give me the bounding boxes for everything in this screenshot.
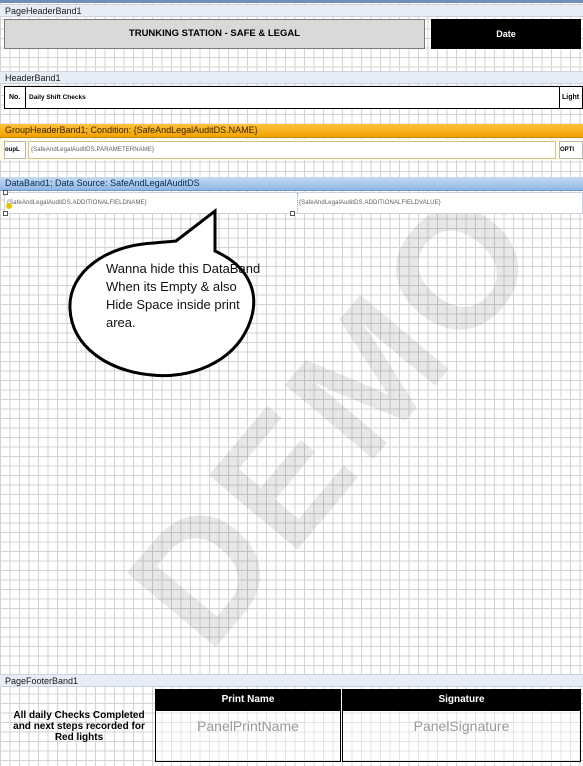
anchor-icon (6, 203, 12, 209)
print-name-header[interactable]: Print Name (155, 689, 341, 710)
header-light[interactable]: Light (559, 86, 583, 109)
group-header-band-title[interactable]: GroupHeaderBand1; Condition: {SafeAndLeg… (0, 124, 583, 138)
annotation-bubble-text: Wanna hide this DataBand When its Empty … (106, 261, 261, 330)
group-left-field[interactable]: oupL (4, 141, 26, 159)
resize-handle-mid[interactable] (290, 211, 295, 216)
header-band-title[interactable]: HeaderBand1 (0, 71, 583, 84)
data-band-title[interactable]: DataBand1; Data Source: SafeAndLegalAudi… (0, 177, 583, 191)
print-name-panel[interactable]: PanelPrintName (155, 710, 341, 762)
header-no[interactable]: No. (4, 86, 26, 109)
header-daily-shift-checks[interactable]: Daily Shift Checks (25, 86, 560, 109)
page-footer-band-title[interactable]: PageFooterBand1 (0, 674, 583, 687)
parameter-name-field[interactable]: {SafeAndLegalAuditDS.PARAMETERNAME} (28, 141, 556, 159)
signature-panel[interactable]: PanelSignature (342, 710, 581, 762)
page-header-band-title[interactable]: PageHeaderBand1 (0, 4, 583, 17)
page-top-border (0, 0, 583, 3)
additional-field-value[interactable]: {SafeAndLegalAuditDS.ADDITIONALFIELDVALU… (297, 193, 581, 213)
footer-note[interactable]: All daily Checks Completed and next step… (6, 710, 152, 743)
signature-header[interactable]: Signature (342, 689, 581, 710)
date-header[interactable]: Date (431, 19, 581, 49)
resize-handle-left[interactable] (3, 190, 8, 195)
report-title[interactable]: TRUNKING STATION - SAFE & LEGAL (4, 19, 425, 49)
group-right-field[interactable]: OPTI (559, 141, 583, 159)
resize-handle-bottom-left[interactable] (3, 211, 8, 216)
